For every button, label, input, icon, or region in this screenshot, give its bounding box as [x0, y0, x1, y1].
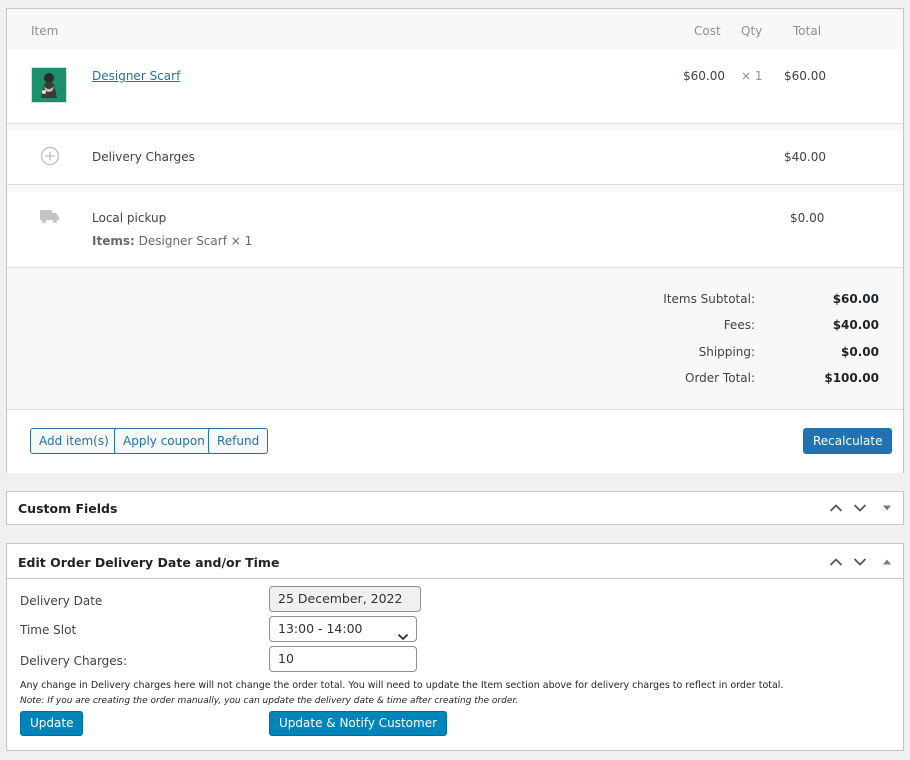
update-button[interactable]: Update [20, 711, 84, 736]
product-total: $60.00 [784, 69, 826, 83]
toggle-panel-icon[interactable] [877, 552, 897, 572]
shipping-value: $0.00 [841, 345, 879, 359]
shipping-items-label: Items: [92, 234, 135, 248]
shipping-row: Local pickup Items: Designer Scarf × 1 $… [7, 192, 903, 267]
items-subtotal-value: $60.00 [832, 292, 879, 306]
delivery-edit-box: Edit Order Delivery Date and/or Time Del… [6, 543, 904, 751]
plus-circle-icon [40, 146, 60, 170]
items-subtotal-label: Items Subtotal: [663, 292, 755, 306]
time-slot-label: Time Slot [20, 623, 77, 637]
delivery-charges-input[interactable]: 10 [269, 646, 417, 672]
row-divider [7, 184, 903, 192]
refund-button[interactable]: Refund [208, 428, 269, 454]
column-header-total: Total [793, 24, 822, 38]
delivery-box-title: Edit Order Delivery Date and/or Time [18, 555, 280, 570]
delivery-box-header[interactable]: Edit Order Delivery Date and/or Time [7, 544, 903, 579]
apply-coupon-button[interactable]: Apply coupon [114, 428, 214, 454]
row-divider [7, 123, 903, 131]
move-up-icon[interactable] [826, 552, 846, 572]
move-down-icon[interactable] [850, 552, 870, 572]
add-items-button[interactable]: Add item(s) [30, 428, 118, 454]
fee-row: Delivery Charges $40.00 [7, 131, 903, 184]
column-header-qty: Qty [741, 24, 763, 38]
delivery-charges-notice: Any change in Delivery charges here will… [20, 680, 784, 691]
fee-name: Delivery Charges [92, 150, 195, 164]
manual-order-note: Note: If you are creating the order manu… [20, 696, 519, 706]
order-totals: Items Subtotal: $60.00 Fees: $40.00 Ship… [7, 267, 903, 410]
shipping-total: $0.00 [790, 211, 825, 225]
time-slot-value: 13:00 - 14:00 [278, 621, 363, 636]
column-header-item: Item [31, 24, 59, 38]
order-total-value: $100.00 [824, 371, 879, 385]
fees-label: Fees: [723, 318, 755, 332]
line-item-row: Designer Scarf $60.00 × 1 $60.00 [7, 49, 903, 123]
product-thumbnail[interactable] [31, 67, 67, 103]
product-cost: $60.00 [683, 69, 725, 83]
toggle-panel-icon[interactable] [877, 498, 897, 518]
recalculate-button[interactable]: Recalculate [803, 428, 893, 454]
shipping-items-value: Designer Scarf × 1 [138, 234, 253, 248]
custom-fields-title: Custom Fields [18, 501, 118, 516]
fees-value: $40.00 [832, 318, 879, 332]
fee-total: $40.00 [784, 150, 826, 164]
move-up-icon[interactable] [826, 498, 846, 518]
delivery-charges-label: Delivery Charges: [20, 654, 127, 668]
custom-fields-box: Custom Fields [6, 491, 904, 525]
truck-icon [39, 208, 61, 228]
move-down-icon[interactable] [850, 498, 870, 518]
delivery-date-label: Delivery Date [20, 594, 103, 608]
product-qty: × 1 [741, 69, 763, 83]
product-link[interactable]: Designer Scarf [92, 69, 180, 83]
items-table-header: Item Cost Qty Total [7, 9, 903, 49]
update-notify-customer-button[interactable]: Update & Notify Customer [269, 711, 448, 736]
custom-fields-header[interactable]: Custom Fields [7, 492, 903, 524]
delivery-date-input[interactable]: 25 December, 2022 [269, 586, 421, 612]
shipping-label: Shipping: [698, 345, 755, 359]
time-slot-select[interactable]: 13:00 - 14:00 [269, 616, 417, 642]
shipping-method-name: Local pickup [92, 211, 167, 225]
order-actions: Add item(s) Apply coupon Refund Recalcul… [7, 409, 903, 473]
order-total-label: Order Total: [685, 371, 755, 385]
column-header-cost: Cost [694, 24, 721, 38]
order-items-panel: Item Cost Qty Total Designer Scarf $60.0… [6, 8, 904, 473]
